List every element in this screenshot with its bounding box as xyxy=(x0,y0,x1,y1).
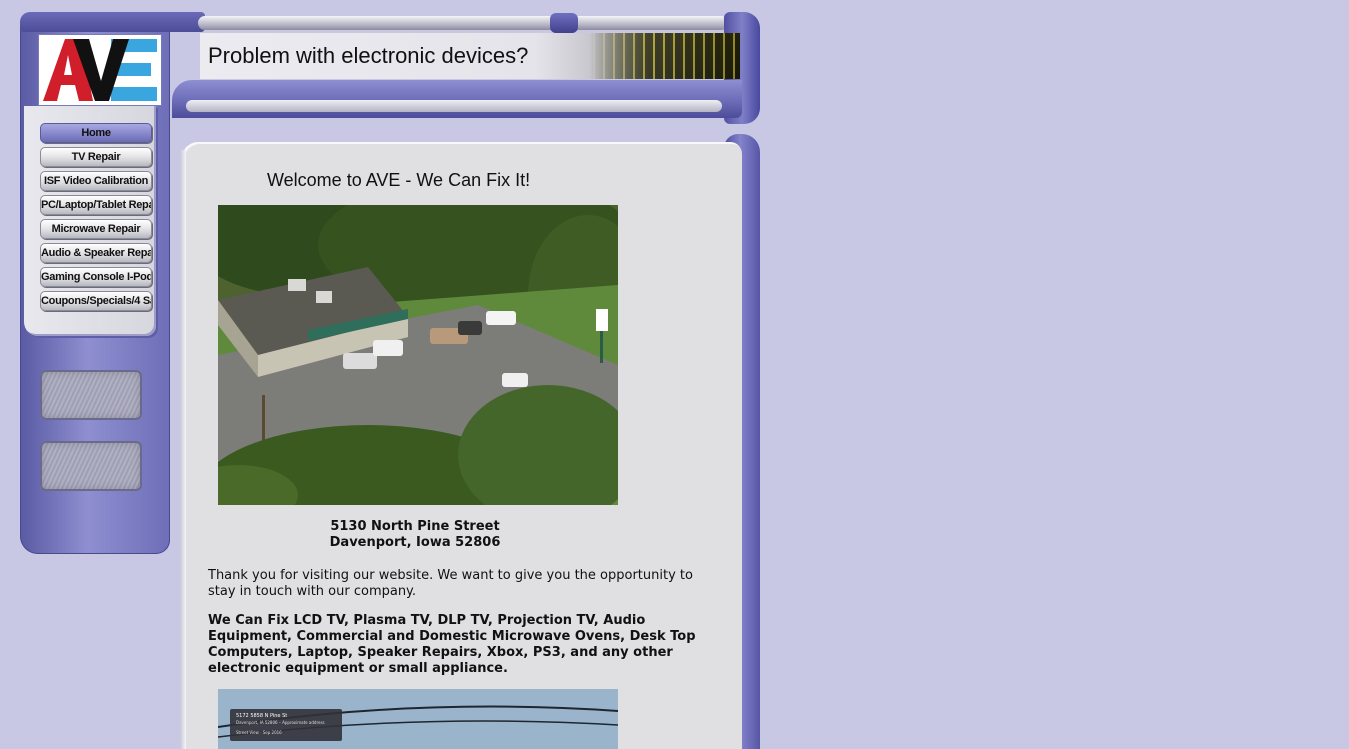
content-panel: Welcome to AVE - We Can Fix It! 5130 Nor… xyxy=(182,142,742,749)
store-aerial-photo xyxy=(218,205,618,505)
nav-gaming-console-button[interactable]: Gaming Console I-Pods xyxy=(40,267,152,287)
services-paragraph: We Can Fix LCD TV, Plasma TV, DLP TV, Pr… xyxy=(208,613,696,676)
nav-pc-repair-button[interactable]: PC/Laptop/Tablet Repair xyxy=(40,195,152,215)
ave-logo[interactable] xyxy=(38,34,162,106)
ave-logo-icon xyxy=(39,35,161,105)
street-view-photo: 5172 5858 N Pine St Davenport, IA 52806 … xyxy=(218,689,618,749)
circuit-board-image xyxy=(590,33,740,79)
welcome-heading: Welcome to AVE - We Can Fix It! xyxy=(267,170,531,190)
header-banner: Problem with electronic devices? xyxy=(200,33,740,79)
left-frame-top xyxy=(20,12,205,32)
header-rail-knob xyxy=(550,13,578,33)
nav-isf-calibration-button[interactable]: ISF Video Calibration xyxy=(40,171,152,191)
street-view-meta: Street View · Sep 2016 xyxy=(236,730,282,735)
nav-microwave-repair-button[interactable]: Microwave Repair xyxy=(40,219,152,239)
store-aerial-image xyxy=(218,205,618,505)
nav-panel: Home TV Repair ISF Video Calibration PC/… xyxy=(24,106,156,336)
street-view-title: 5172 5858 N Pine St xyxy=(236,713,288,719)
header-bottom-bar xyxy=(172,80,742,118)
nav-coupons-button[interactable]: Coupons/Specials/4 Sale xyxy=(40,291,152,311)
header-title: Problem with electronic devices? xyxy=(208,43,529,68)
address-line-1: 5130 North Pine Street xyxy=(330,519,500,534)
street-view-subtitle: Davenport, IA 52806 – Approximate addres… xyxy=(236,720,325,725)
address-line-2: Davenport, Iowa 52806 xyxy=(329,535,501,550)
nav-home-button[interactable]: Home xyxy=(40,123,152,143)
decorative-panel-2 xyxy=(40,441,142,491)
header-top-rail xyxy=(198,16,728,30)
nav-tv-repair-button[interactable]: TV Repair xyxy=(40,147,152,167)
intro-paragraph: Thank you for visiting our website. We w… xyxy=(208,568,693,599)
decorative-panel-1 xyxy=(40,370,142,420)
content-left-rail xyxy=(180,150,186,749)
nav-audio-speaker-button[interactable]: Audio & Speaker Repair xyxy=(40,243,152,263)
